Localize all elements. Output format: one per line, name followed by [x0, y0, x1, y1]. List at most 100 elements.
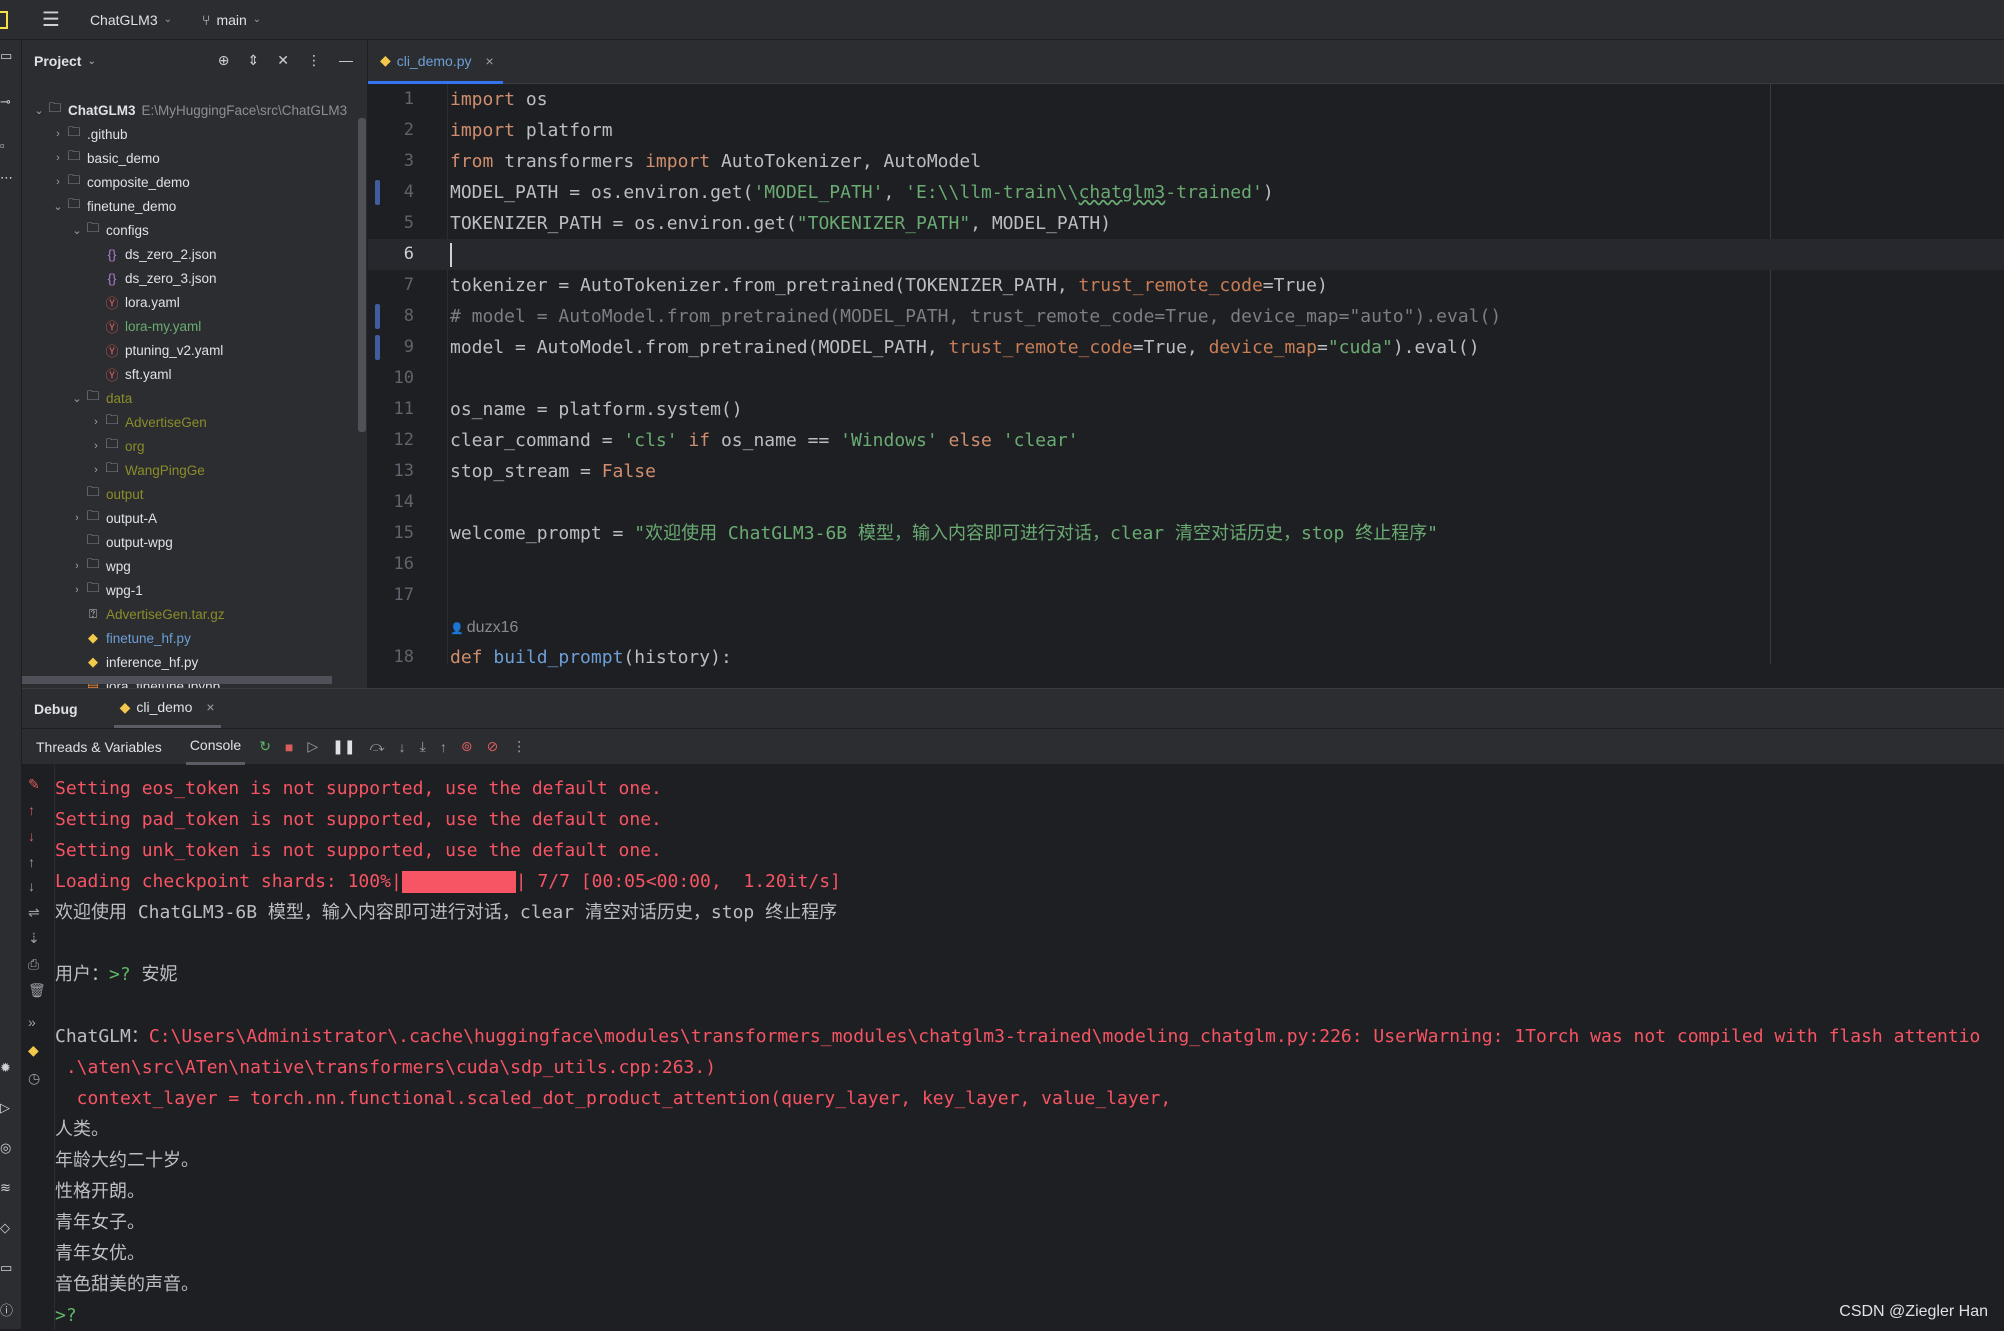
project-tool-icon[interactable]: ▭	[0, 48, 12, 64]
up-stack-icon[interactable]: ↑	[28, 802, 35, 818]
tree-item[interactable]: › 🗀 wpg-1	[22, 578, 362, 602]
chevron-right-icon[interactable]: ›	[51, 176, 65, 188]
close-tab-icon[interactable]: ×	[485, 53, 493, 69]
code-line[interactable]: 17	[368, 580, 2004, 611]
code-area[interactable]: 1 import os 2 import platform 3 from transfor…	[368, 84, 2004, 673]
chevron-right-icon[interactable]: ›	[70, 584, 84, 596]
chevron-down-icon[interactable]: ⌄	[32, 104, 46, 117]
tree-vertical-scrollbar[interactable]	[358, 118, 366, 432]
tree-item[interactable]: {} ds_zero_2.json	[22, 242, 362, 266]
options-icon[interactable]: ⋮	[307, 52, 321, 69]
expand-all-icon[interactable]: ⇕	[248, 52, 260, 69]
locate-file-icon[interactable]: ⊕	[218, 52, 230, 69]
step-into-my-code-icon[interactable]: ⤓	[420, 738, 426, 755]
close-session-icon[interactable]: ×	[206, 699, 214, 715]
code-line[interactable]: 11 os_name = platform.system()	[368, 394, 2004, 425]
tree-item[interactable]: {} ds_zero_3.json	[22, 266, 362, 290]
tree-item[interactable]: 🗀 output-wpg	[22, 530, 362, 554]
tree-item[interactable]: Ⓨsft.yaml	[22, 362, 362, 386]
step-out-icon[interactable]: ↑	[440, 739, 447, 755]
chevron-right-icon[interactable]: ›	[51, 152, 65, 164]
tab-threads-variables[interactable]: Threads & Variables	[36, 739, 162, 755]
scroll-to-end-icon[interactable]: ⇣	[28, 930, 40, 947]
tree-item[interactable]: › 🗀 basic_demo	[22, 146, 362, 170]
python-console-icon[interactable]: ◆	[28, 1042, 39, 1059]
clear-icon[interactable]: ✎	[28, 776, 40, 793]
code-line[interactable]: 1 import os	[368, 84, 2004, 115]
tree-item[interactable]: › 🗀 wpg	[22, 554, 362, 578]
tree-item[interactable]: ◆ finetune_hf.py	[22, 626, 362, 650]
chevron-down-icon[interactable]: ⌄	[51, 200, 65, 213]
structure-tool-icon[interactable]: ▫	[0, 138, 5, 153]
chevron-down-icon[interactable]: ⌄	[70, 224, 84, 237]
tab-console[interactable]: Console	[185, 729, 246, 765]
pause-icon[interactable]: ❚❚	[332, 738, 355, 755]
code-author-hint[interactable]: 👤 duzx16	[450, 619, 518, 636]
tree-item[interactable]: Ⓨlora-my.yaml	[22, 314, 362, 338]
tab-cli-demo[interactable]: ◆ cli_demo.py ×	[368, 40, 503, 84]
code-line[interactable]: 👤 duzx16	[368, 611, 2004, 642]
code-line[interactable]: 5 TOKENIZER_PATH = os.environ.get("TOKENI…	[368, 208, 2004, 239]
print-icon[interactable]: ⎙	[28, 956, 39, 973]
down-stack-icon[interactable]: ↓	[28, 828, 35, 844]
problems-tool-icon[interactable]: ⓘ	[0, 1300, 13, 1319]
chevron-right-icon[interactable]: ›	[51, 128, 65, 140]
code-line[interactable]: 10	[368, 363, 2004, 394]
project-selector[interactable]: ChatGLM3 ⌄	[90, 12, 172, 28]
tree-item[interactable]: › 🗀 org	[22, 434, 362, 458]
tree-horizontal-scrollbar[interactable]	[22, 676, 332, 684]
tree-item[interactable]: Ⓨlora.yaml	[22, 290, 362, 314]
tree-item[interactable]: ⍰ AdvertiseGen.tar.gz	[22, 602, 362, 626]
tree-item[interactable]: › 🗀 AdvertiseGen	[22, 410, 362, 434]
code-line[interactable]: 16	[368, 549, 2004, 580]
more-tools-icon[interactable]: ⋯	[0, 170, 13, 186]
code-line[interactable]: 15 welcome_prompt = "欢迎使用 ChatGLM3-6B 模型，…	[368, 518, 2004, 549]
code-line[interactable]: 8 # model = AutoModel.from_pretrained(MOD…	[368, 301, 2004, 332]
layers-tool-icon[interactable]: ≋	[0, 1180, 11, 1196]
hide-panel-icon[interactable]: —	[339, 52, 353, 69]
run-tool-icon[interactable]: ▷	[0, 1100, 10, 1116]
terminal-tool-icon[interactable]: ▭	[0, 1260, 12, 1276]
code-line[interactable]: 14	[368, 487, 2004, 518]
code-line[interactable]: 12 clear_command = 'cls' if os_name == 'W…	[368, 425, 2004, 456]
collapse-all-icon[interactable]: ✕	[277, 52, 289, 69]
packages-tool-icon[interactable]: ◎	[0, 1140, 11, 1156]
tree-item[interactable]: ◆ inference_hf.py	[22, 650, 362, 674]
tree-item[interactable]: 🗀 output	[22, 482, 362, 506]
chevron-right-icon[interactable]: ›	[89, 416, 103, 428]
main-menu-icon[interactable]: ☰	[42, 7, 60, 32]
tree-item[interactable]: Ⓨptuning_v2.yaml	[22, 338, 362, 362]
next-occurrence-icon[interactable]: ↓	[28, 878, 35, 894]
debug-session-tab[interactable]: ◆ cli_demo ×	[113, 689, 221, 728]
tree-item[interactable]: ⌄ 🗀 configs	[22, 218, 362, 242]
mute-breakpoints-icon[interactable]: ⊘	[487, 738, 499, 755]
tree-item[interactable]: ⌄ 🗀 ChatGLM3 E:\MyHuggingFace\src\ChatGLM3	[22, 98, 362, 122]
code-line[interactable]: 4 MODEL_PATH = os.environ.get('MODEL_PATH…	[368, 177, 2004, 208]
tree-item[interactable]: › 🗀 composite_demo	[22, 170, 362, 194]
tree-item[interactable]: ⌄ 🗀 finetune_demo	[22, 194, 362, 218]
code-line[interactable]: 13 stop_stream = False	[368, 456, 2004, 487]
code-line[interactable]: 2 import platform	[368, 115, 2004, 146]
tree-item[interactable]: › 🗀 .github	[22, 122, 362, 146]
chevron-right-icon[interactable]: ›	[70, 512, 84, 524]
trash-icon[interactable]: 🗑	[28, 982, 46, 999]
view-breakpoints-icon[interactable]: ⊚	[461, 738, 473, 755]
rerun-icon[interactable]: ↻	[259, 738, 271, 755]
chevron-down-icon[interactable]: ⌄	[70, 392, 84, 405]
code-line[interactable]: 9 model = AutoModel.from_pretrained(MODEL…	[368, 332, 2004, 363]
code-line[interactable]: 3 from transformers import AutoTokenizer,…	[368, 146, 2004, 177]
tree-item[interactable]: › 🗀 WangPingGe	[22, 458, 362, 482]
previous-occurrence-icon[interactable]: ↑	[28, 854, 35, 870]
more-options-icon[interactable]: ⋮	[512, 738, 526, 755]
code-line[interactable]: 7 tokenizer = AutoTokenizer.from_pretrain…	[368, 270, 2004, 301]
chevron-right-icon[interactable]: ›	[89, 440, 103, 452]
code-line[interactable]: 18 def build_prompt(history):	[368, 642, 2004, 673]
step-into-icon[interactable]: ↓	[399, 739, 406, 755]
step-over-icon[interactable]: ⤼	[370, 738, 385, 755]
tree-item[interactable]: › 🗀 output-A	[22, 506, 362, 530]
services-tool-icon[interactable]: ◇	[0, 1220, 10, 1236]
expand-icon[interactable]: »	[28, 1014, 36, 1030]
commit-tool-icon[interactable]: ⊸	[0, 94, 11, 110]
debug-tool-icon[interactable]: ✹	[0, 1060, 11, 1076]
tree-item[interactable]: ⌄ 🗀 data	[22, 386, 362, 410]
